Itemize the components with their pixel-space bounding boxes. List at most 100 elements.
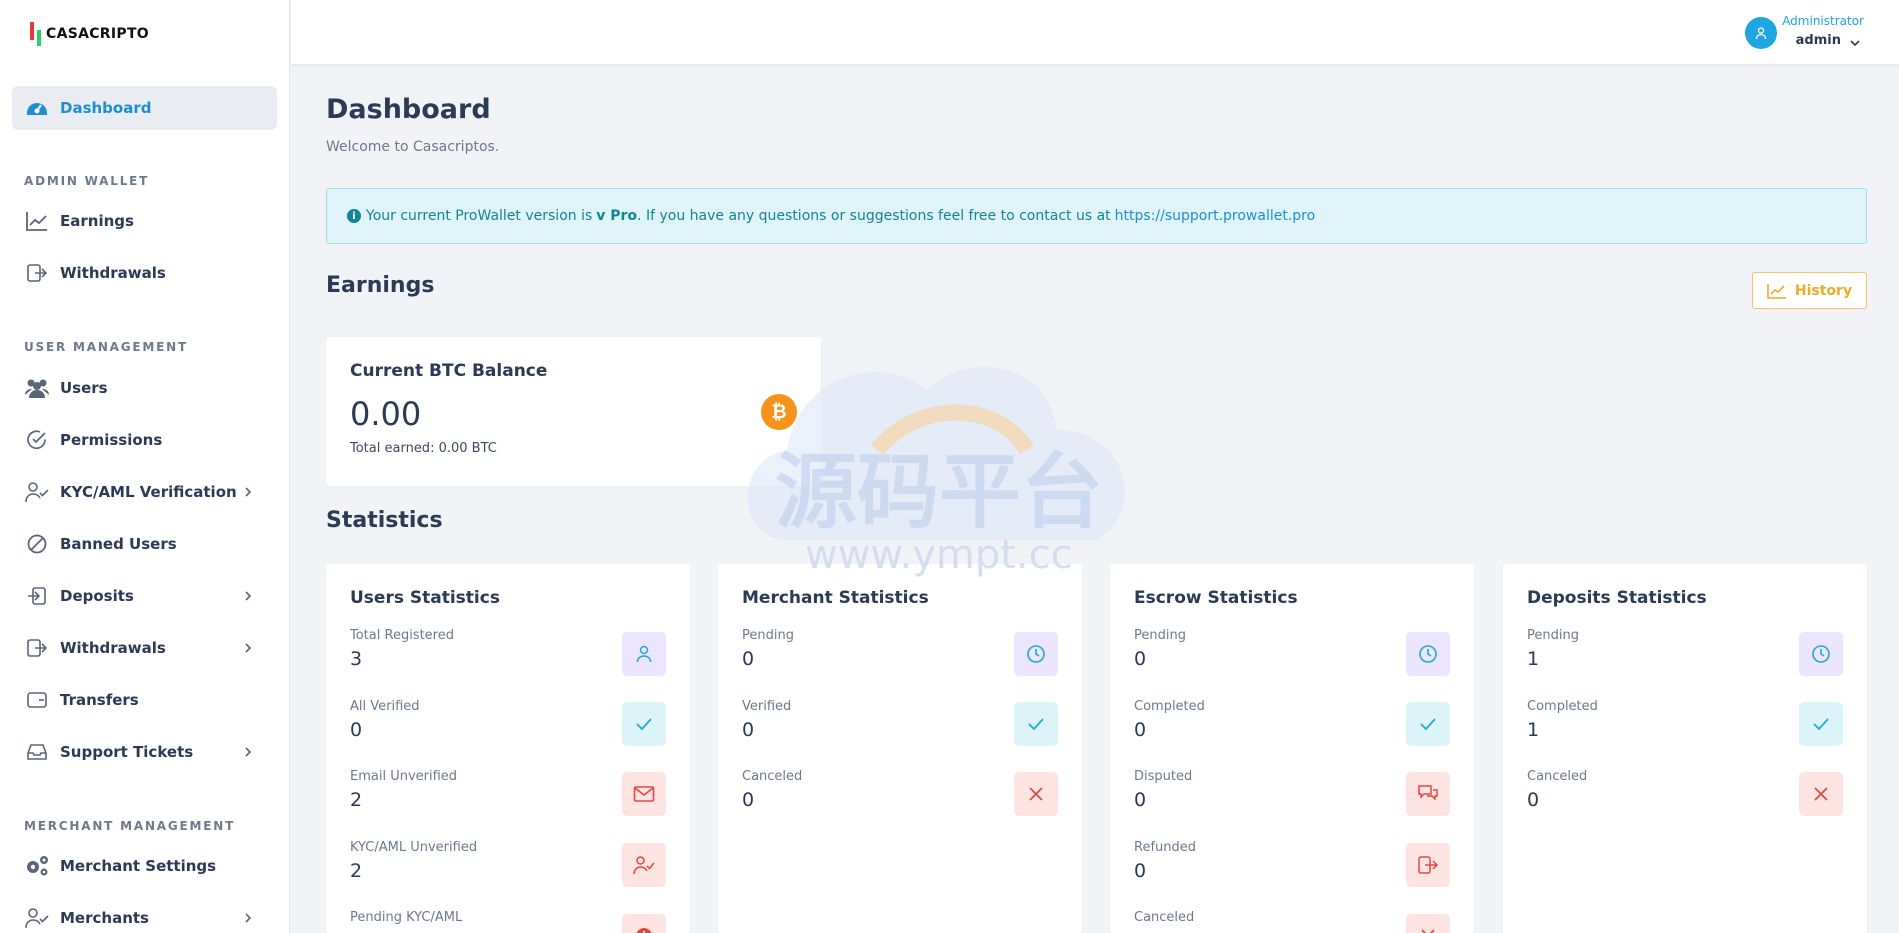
page-subtitle: Welcome to Casacriptos.: [326, 139, 500, 155]
check-icon: [1014, 702, 1058, 746]
stat-value: 0: [1134, 860, 1147, 882]
watermark-cn: 源码平台: [775, 445, 1103, 540]
card-title: Merchant Statistics: [742, 588, 929, 608]
user-role: Administrator: [1782, 14, 1864, 28]
sidebar-item-label: Earnings: [60, 212, 134, 230]
section-user-management: USER MANAGEMENT: [24, 340, 188, 354]
sidebar-item-label: Merchants: [60, 909, 149, 927]
history-button[interactable]: History: [1752, 272, 1867, 309]
stat-value: 2: [350, 789, 363, 811]
x-icon: [1799, 772, 1843, 816]
stat-value: 0: [742, 648, 755, 670]
chevron-down-icon[interactable]: [1849, 37, 1861, 49]
stat-label: Canceled: [1134, 910, 1195, 925]
stat-escrow-canceled: Canceled: [1134, 910, 1194, 930]
wallet-icon: [24, 687, 50, 713]
stat-value: 1: [1527, 719, 1540, 741]
chevron-right-icon: [245, 591, 252, 601]
alert-icon: [622, 914, 666, 933]
user-check-icon: [622, 843, 666, 887]
escrow-statistics-card: Escrow Statistics Pending 0 Completed 0 Di…: [1110, 564, 1474, 933]
sidebar-item-label: Support Tickets: [60, 743, 194, 761]
user-icon: [1755, 27, 1767, 40]
stat-value: 2: [350, 860, 363, 882]
user-check-icon: [24, 905, 50, 931]
stat-value: 0: [350, 719, 363, 741]
x-icon: [1406, 914, 1450, 933]
stat-value: 0: [1527, 789, 1540, 811]
stat-deposits-canceled: Canceled 0: [1527, 769, 1587, 811]
version-alert: i Your current ProWallet version is v Pr…: [326, 188, 1867, 244]
users-statistics-card: Users Statistics Total Registered 3 All V…: [326, 564, 690, 933]
check-circle-icon: [24, 427, 50, 453]
sidebar-item-users[interactable]: Users: [12, 366, 277, 410]
x-icon: [1014, 772, 1058, 816]
chevron-right-icon: [245, 747, 252, 757]
avatar[interactable]: [1745, 17, 1777, 49]
stat-label: Completed: [1134, 699, 1205, 714]
stat-kyc-unverified: KYC/AML Unverified 2: [350, 840, 477, 882]
stat-value: 3: [350, 648, 363, 670]
user-menu-name[interactable]: admin: [1796, 33, 1841, 48]
chart-line-icon: [1767, 283, 1786, 299]
stat-escrow-pending: Pending 0: [1134, 628, 1186, 670]
sidebar-item-permissions[interactable]: Permissions: [12, 418, 277, 462]
speedometer-icon: [24, 95, 50, 121]
sidebar-item-label: Deposits: [60, 587, 134, 605]
stat-merchant-pending: Pending 0: [742, 628, 794, 670]
info-icon: i: [347, 209, 361, 223]
bitcoin-icon: ₿: [761, 394, 797, 430]
sidebar-item-label: Merchant Settings: [60, 857, 217, 875]
sidebar-item-transfers[interactable]: Transfers: [12, 678, 277, 722]
sidebar-item-support-tickets[interactable]: Support Tickets: [12, 730, 277, 774]
user-check-icon: [24, 479, 50, 505]
chevron-right-icon: [245, 487, 252, 497]
earnings-heading: Earnings: [326, 273, 435, 298]
alert-suffix: . If you have any questions or suggestio…: [637, 208, 1111, 224]
sidebar-item-dashboard[interactable]: Dashboard: [12, 86, 277, 130]
logout-icon: [24, 260, 50, 286]
login-icon: [24, 583, 50, 609]
sidebar-item-label: Users: [60, 379, 108, 397]
card-title: Current BTC Balance: [350, 361, 548, 381]
sidebar-item-kyc[interactable]: KYC/AML Verification: [12, 470, 277, 514]
sidebar-item-withdrawals[interactable]: Withdrawals: [12, 626, 277, 670]
chart-line-icon: [24, 208, 50, 234]
sidebar-item-label: Transfers: [60, 691, 139, 709]
users-icon: [24, 375, 50, 401]
stat-label: Pending: [1527, 628, 1579, 643]
total-earned: Total earned: 0.00 BTC: [350, 441, 497, 456]
brand-logo[interactable]: CASACRIPTO: [30, 22, 149, 46]
alert-prefix: Your current ProWallet version is: [366, 208, 593, 224]
sidebar-item-withdrawals-admin[interactable]: Withdrawals: [12, 251, 277, 295]
user-icon: [622, 632, 666, 676]
stat-label: Email Unverified: [350, 769, 458, 784]
gears-icon: [24, 853, 50, 879]
clock-icon: [1406, 632, 1450, 676]
check-icon: [622, 702, 666, 746]
sidebar-item-deposits[interactable]: Deposits: [12, 574, 277, 618]
stat-merchant-canceled: Canceled 0: [742, 769, 802, 811]
sidebar-item-earnings[interactable]: Earnings: [12, 199, 277, 243]
stat-total-registered: Total Registered 3: [350, 628, 454, 670]
check-icon: [1799, 702, 1843, 746]
stat-label: Canceled: [1527, 769, 1588, 784]
sidebar-item-merchants[interactable]: Merchants: [12, 896, 277, 933]
logout-icon: [1406, 843, 1450, 887]
sidebar-item-merchant-settings[interactable]: Merchant Settings: [12, 844, 277, 888]
section-admin-wallet: ADMIN WALLET: [24, 174, 150, 188]
mail-icon: [622, 772, 666, 816]
page-title: Dashboard: [326, 94, 491, 125]
stat-deposits-completed: Completed 1: [1527, 699, 1598, 741]
brand-name: CASACRIPTO: [46, 26, 150, 42]
stat-escrow-refunded: Refunded 0: [1134, 840, 1196, 882]
btc-balance-card: Current BTC Balance 0.00 Total earned: 0…: [326, 337, 821, 486]
stat-value: 0: [742, 789, 755, 811]
topbar: Administrator admin: [291, 0, 1899, 65]
stat-merchant-verified: Verified 0: [742, 699, 791, 741]
sidebar-item-label: Dashboard: [60, 99, 152, 117]
stat-deposits-pending: Pending 1: [1527, 628, 1579, 670]
stat-label: Verified: [742, 699, 792, 714]
sidebar-item-banned-users[interactable]: Banned Users: [12, 522, 277, 566]
support-link[interactable]: https://support.prowallet.pro: [1115, 208, 1316, 224]
